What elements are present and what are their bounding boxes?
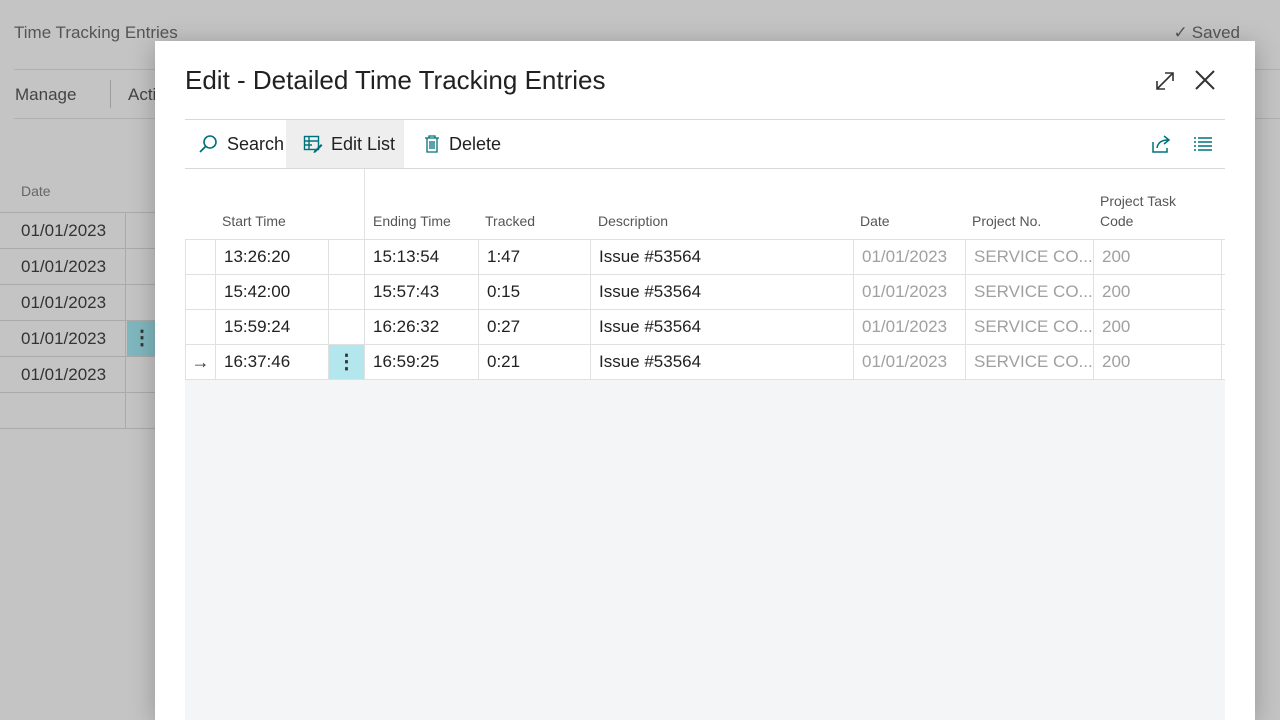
list-row[interactable]: 01/01/2023 xyxy=(0,212,160,249)
date-cell[interactable]: 01/01/2023 xyxy=(0,213,126,248)
check-icon: ✓ xyxy=(1173,23,1188,42)
tracked-cell[interactable]: 1:47 xyxy=(479,240,591,274)
description-cell[interactable]: Issue #53564 xyxy=(591,345,854,379)
date-cell[interactable]: 01/01/2023 xyxy=(0,249,126,284)
row-selector[interactable] xyxy=(185,275,216,309)
divider xyxy=(110,80,111,108)
date-cell[interactable]: 01/01/2023 xyxy=(0,285,126,320)
project-no-cell[interactable]: SERVICE CO... xyxy=(966,310,1094,344)
row-menu-cell[interactable] xyxy=(329,240,365,274)
column-header-start-time[interactable]: Start Time xyxy=(222,211,286,231)
list-row[interactable]: 01/01/2023 xyxy=(0,285,160,321)
header-line: Code xyxy=(1100,213,1134,229)
delete-button[interactable]: Delete xyxy=(423,120,501,168)
column-header-project-task-code[interactable]: Project Task Code xyxy=(1100,191,1176,231)
edit-list-button[interactable]: Edit List xyxy=(286,120,404,168)
project-no-cell[interactable]: SERVICE CO... xyxy=(966,240,1094,274)
edit-list-label: Edit List xyxy=(331,133,396,154)
project-task-code-cell[interactable]: 200 xyxy=(1094,345,1222,379)
search-label: Search xyxy=(227,133,285,154)
edit-dialog: Edit - Detailed Time Tracking Entries Se… xyxy=(155,41,1255,720)
list-row[interactable]: 01/01/2023 xyxy=(0,357,160,393)
list-row[interactable]: 01/01/2023 xyxy=(0,249,160,285)
expand-icon[interactable] xyxy=(1151,67,1179,95)
row-menu-icon[interactable]: ⋮ xyxy=(127,321,157,356)
column-header-description[interactable]: Description xyxy=(598,211,668,231)
ending-time-cell[interactable]: 16:26:32 xyxy=(365,310,479,344)
list-row[interactable] xyxy=(0,393,160,429)
project-no-cell[interactable]: SERVICE CO... xyxy=(966,345,1094,379)
list-view-icon[interactable] xyxy=(1193,135,1213,153)
background-grid: 01/01/2023 01/01/2023 01/01/2023 01/01/2… xyxy=(0,212,160,429)
description-cell[interactable]: Issue #53564 xyxy=(591,275,854,309)
column-header-ending-time[interactable]: Ending Time xyxy=(373,211,451,231)
description-cell[interactable]: Issue #53564 xyxy=(591,240,854,274)
project-no-cell[interactable]: SERVICE CO... xyxy=(966,275,1094,309)
ending-time-cell[interactable]: 15:57:43 xyxy=(365,275,479,309)
date-cell[interactable]: 01/01/2023 xyxy=(854,310,966,344)
column-header-project-no[interactable]: Project No. xyxy=(972,211,1041,231)
trash-icon xyxy=(425,135,439,153)
row-menu-icon[interactable]: ⋮ xyxy=(329,345,365,379)
start-time-cell[interactable]: 13:26:20 xyxy=(216,240,329,274)
date-cell[interactable]: 01/01/2023 xyxy=(854,240,966,274)
table-row-current[interactable]: → 16:37:46 ⋮ 16:59:25 0:21 Issue #53564 … xyxy=(185,345,1225,380)
project-task-code-cell[interactable]: 200 xyxy=(1094,310,1222,344)
dialog-title: Edit - Detailed Time Tracking Entries xyxy=(185,65,606,95)
row-menu-cell[interactable] xyxy=(329,310,365,344)
table-row[interactable]: 15:42:00 15:57:43 0:15 Issue #53564 01/0… xyxy=(185,275,1225,310)
ending-time-cell[interactable]: 15:13:54 xyxy=(365,240,479,274)
table-row[interactable]: 15:59:24 16:26:32 0:27 Issue #53564 01/0… xyxy=(185,310,1225,345)
tracked-cell[interactable]: 0:15 xyxy=(479,275,591,309)
row-selector[interactable] xyxy=(185,240,216,274)
date-cell[interactable]: 01/01/2023 xyxy=(854,345,966,379)
table-row[interactable]: 13:26:20 15:13:54 1:47 Issue #53564 01/0… xyxy=(185,239,1225,275)
start-time-cell[interactable]: 15:59:24 xyxy=(216,310,329,344)
column-header-date[interactable]: Date xyxy=(860,211,890,231)
date-cell[interactable]: 01/01/2023 xyxy=(854,275,966,309)
table-body: 13:26:20 15:13:54 1:47 Issue #53564 01/0… xyxy=(185,239,1225,380)
divider xyxy=(364,169,365,239)
page-title: Time Tracking Entries xyxy=(14,23,178,42)
list-row[interactable]: 01/01/2023 ⋮ xyxy=(0,321,160,357)
description-cell[interactable]: Issue #53564 xyxy=(591,310,854,344)
actions-menu[interactable]: Acti xyxy=(128,85,156,105)
share-icon[interactable] xyxy=(1151,134,1173,154)
saved-status: ✓ Saved xyxy=(1174,23,1240,43)
entries-table: Start Time Ending Time Tracked Descripti… xyxy=(185,169,1225,720)
row-menu-cell[interactable] xyxy=(329,275,365,309)
start-time-cell[interactable]: 16:37:46 xyxy=(216,345,329,379)
date-cell[interactable] xyxy=(0,393,126,428)
column-header-tracked[interactable]: Tracked xyxy=(485,211,535,231)
ending-time-cell[interactable]: 16:59:25 xyxy=(365,345,479,379)
delete-label: Delete xyxy=(449,133,502,154)
saved-label: Saved xyxy=(1191,23,1240,42)
search-icon xyxy=(199,135,217,153)
current-row-arrow-icon[interactable]: → xyxy=(185,345,216,379)
date-cell[interactable]: 01/01/2023 xyxy=(0,321,126,356)
tracked-cell[interactable]: 0:21 xyxy=(479,345,591,379)
table-header: Start Time Ending Time Tracked Descripti… xyxy=(185,169,1225,239)
toolbar: Search Edit List Delete xyxy=(185,120,1225,168)
project-task-code-cell[interactable]: 200 xyxy=(1094,240,1222,274)
start-time-cell[interactable]: 15:42:00 xyxy=(216,275,329,309)
edit-list-icon xyxy=(303,135,323,153)
project-task-code-cell[interactable]: 200 xyxy=(1094,275,1222,309)
header-line: Project Task xyxy=(1100,193,1176,209)
search-button[interactable]: Search xyxy=(197,120,284,168)
row-selector[interactable] xyxy=(185,310,216,344)
close-icon[interactable] xyxy=(1191,66,1219,94)
manage-menu[interactable]: Manage xyxy=(15,85,76,105)
date-cell[interactable]: 01/01/2023 xyxy=(0,357,126,392)
column-header-date[interactable]: Date xyxy=(21,183,51,199)
tracked-cell[interactable]: 0:27 xyxy=(479,310,591,344)
